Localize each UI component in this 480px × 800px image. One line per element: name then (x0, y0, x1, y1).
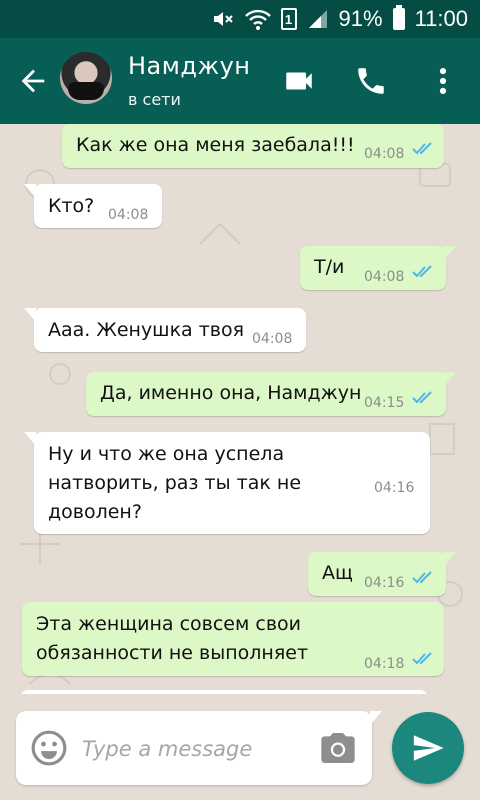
message-time: 04:18 (364, 656, 405, 672)
message-time: 04:16 (364, 575, 405, 591)
message-time: 04:16 (374, 480, 415, 496)
message-text: Т/и (314, 256, 345, 278)
message-bubble-outgoing[interactable]: Эта женщина совсем свои обязанности не в… (22, 602, 444, 676)
send-button[interactable] (392, 712, 464, 784)
status-bar: 1 91% 11:00 (0, 0, 480, 38)
message-text: Да, именно она, Намджун (100, 382, 362, 404)
camera-icon[interactable] (318, 728, 358, 768)
battery-percent: 91% (338, 6, 383, 31)
clock: 11:00 (414, 6, 468, 31)
message-bubble-incoming[interactable]: Кто? 04:08 (24, 184, 162, 228)
video-call-icon[interactable] (282, 64, 316, 98)
double-check-icon (412, 571, 432, 584)
message-bubble-incoming[interactable]: Ну и что же она успела натворить, раз ты… (24, 432, 430, 534)
message-bubble-outgoing[interactable]: Т/и 04:08 (300, 246, 456, 290)
double-check-icon (412, 142, 432, 155)
emoji-icon[interactable] (30, 729, 68, 767)
message-text-line: доволен? (48, 501, 142, 523)
avatar[interactable] (60, 52, 112, 104)
message-text-line: Эта женщина совсем свои (36, 613, 301, 635)
message-text: Ащ (322, 562, 353, 584)
message-text: Как же она меня заебала!!! (76, 134, 355, 156)
message-text: Кто? (48, 195, 95, 217)
message-text-line: Ну и что же она успела (48, 443, 285, 465)
message-text-line: обязанности не выполняет (36, 642, 309, 664)
double-check-icon (412, 652, 432, 665)
message-composer (16, 711, 382, 785)
phone-icon[interactable] (354, 64, 388, 98)
signal-icon (307, 8, 329, 30)
message-bubble-outgoing[interactable]: Да, именно она, Намджун 04:15 (86, 372, 456, 416)
double-check-icon (412, 391, 432, 404)
message-text-line: натворить, раз ты так не (48, 472, 302, 494)
message-bubble-outgoing[interactable]: Как же она меня заебала!!! 04:08 (62, 124, 444, 168)
message-time: 04:08 (364, 269, 405, 285)
message-time: 04:08 (108, 207, 149, 223)
contact-status: в сети (128, 90, 181, 109)
contact-name[interactable]: Намджун (128, 52, 250, 80)
message-bubble-incoming[interactable] (20, 690, 428, 694)
message-time: 04:08 (252, 331, 293, 347)
wifi-icon (244, 7, 271, 31)
mute-icon (211, 7, 235, 31)
message-time: 04:08 (364, 146, 405, 162)
send-icon (413, 735, 444, 761)
double-check-icon (412, 265, 432, 278)
more-vert-icon[interactable] (430, 64, 456, 98)
message-text: Ааа. Женушка твоя (48, 319, 245, 341)
message-input[interactable] (82, 731, 302, 767)
battery-icon (392, 5, 405, 30)
back-arrow-icon[interactable] (16, 64, 50, 98)
message-bubble-incoming[interactable]: Ааа. Женушка твоя 04:08 (24, 308, 306, 352)
message-bubble-outgoing[interactable]: Ащ 04:16 (308, 552, 456, 596)
message-time: 04:15 (364, 395, 405, 411)
chat-header: Намджун в сети (0, 38, 480, 124)
message-list[interactable]: Как же она меня заебала!!! 04:08 Кто? 04… (0, 124, 480, 694)
sim-icon: 1 (280, 8, 297, 30)
